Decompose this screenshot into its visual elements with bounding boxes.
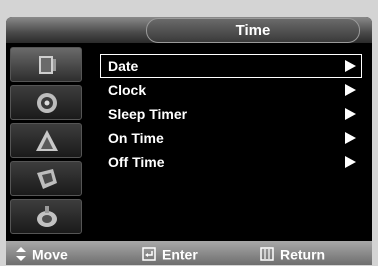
enter-icon xyxy=(142,247,156,262)
enter-hint: Enter xyxy=(142,245,198,262)
enter-label: Enter xyxy=(162,246,198,263)
menu-icon xyxy=(260,247,274,262)
up-down-arrows-icon xyxy=(16,247,26,262)
submenu-arrow-icon xyxy=(345,108,356,120)
sidebar-item-channel[interactable] xyxy=(10,123,82,158)
footer-hints: Move Enter Return xyxy=(6,241,372,265)
input-icon xyxy=(37,206,57,227)
menu-item-label: Sleep Timer xyxy=(108,106,188,122)
submenu-arrow-icon xyxy=(345,132,356,144)
submenu-arrow-icon xyxy=(345,84,356,96)
menu-item-clock[interactable]: Clock xyxy=(100,78,362,102)
sound-icon xyxy=(37,93,57,113)
return-hint: Return xyxy=(260,245,325,262)
submenu-arrow-icon xyxy=(345,156,356,168)
page-title: Time xyxy=(146,18,360,43)
move-label: Move xyxy=(32,246,68,263)
picture-icon xyxy=(39,56,56,74)
time-menu: Date Clock Sleep Timer On Time Off Time xyxy=(100,54,362,174)
submenu-arrow-icon xyxy=(345,60,356,72)
menu-item-label: Off Time xyxy=(108,154,165,170)
channel-icon xyxy=(36,130,58,151)
menu-item-date[interactable]: Date xyxy=(100,54,362,78)
menu-item-label: On Time xyxy=(108,130,164,146)
title-bar: Time xyxy=(6,17,372,43)
sidebar-item-input[interactable] xyxy=(10,199,82,234)
category-sidebar xyxy=(6,43,86,241)
move-hint: Move xyxy=(16,245,68,262)
setup-icon xyxy=(37,169,57,189)
menu-item-off-time[interactable]: Off Time xyxy=(100,150,362,174)
return-label: Return xyxy=(280,246,326,263)
menu-item-label: Clock xyxy=(108,82,147,98)
sidebar-item-picture[interactable] xyxy=(10,47,82,82)
menu-item-on-time[interactable]: On Time xyxy=(100,126,362,150)
menu-item-label: Date xyxy=(108,58,139,74)
tv-osd-frame: Time Date Clock Sleep Timer On Time Off … xyxy=(0,0,378,266)
menu-item-sleep-timer[interactable]: Sleep Timer xyxy=(100,102,362,126)
sidebar-item-setup[interactable] xyxy=(10,161,82,196)
sidebar-item-sound[interactable] xyxy=(10,85,82,120)
osd-panel: Time Date Clock Sleep Timer On Time Off … xyxy=(6,17,372,265)
